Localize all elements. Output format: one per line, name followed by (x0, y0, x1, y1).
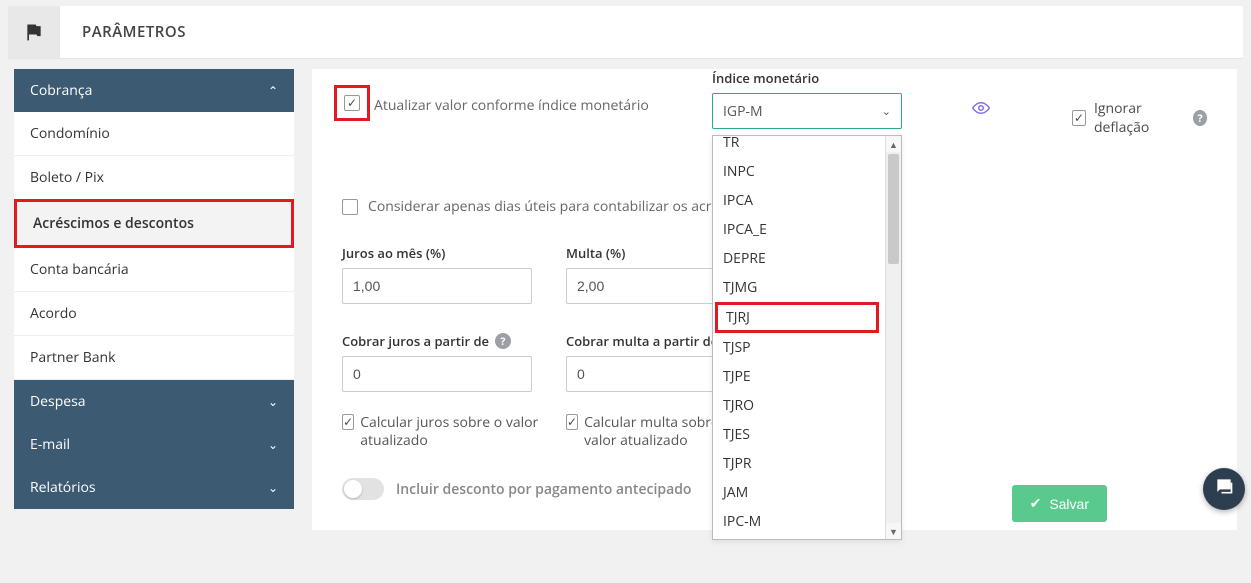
sidebar-section-label: Despesa (30, 392, 86, 411)
chevron-down-icon: ⌄ (268, 436, 278, 453)
indice-option[interactable]: JAM (713, 478, 885, 507)
save-button-label: Salvar (1049, 496, 1089, 512)
page-title: PARÂMETROS (60, 22, 186, 42)
highlight-box: TJRJ (715, 302, 879, 333)
juros-value[interactable] (353, 278, 521, 294)
sidebar-item-label: Acordo (30, 304, 77, 323)
page-header: PARÂMETROS (8, 6, 1243, 59)
indice-monetario-label: Índice monetário (712, 69, 952, 87)
sidebar-section-label: E-mail (30, 435, 70, 454)
indice-option[interactable]: TJPE (713, 362, 885, 391)
indice-option[interactable]: IPC-M (713, 507, 885, 536)
indice-option[interactable]: TJES (713, 420, 885, 449)
indice-option-list: TR INPC IPCA IPCA_E DEPRE TJMG TJRJ (713, 136, 885, 539)
chat-fab[interactable] (1203, 468, 1245, 510)
sidebar-item-acrescimos[interactable]: Acréscimos e descontos (17, 202, 291, 245)
scroll-thumb[interactable] (888, 154, 899, 264)
considerar-dias-uteis-checkbox[interactable] (342, 199, 358, 215)
cobrar-juros-input[interactable] (342, 356, 532, 392)
sidebar-item-condominio[interactable]: Condomínio (14, 112, 294, 156)
help-icon[interactable]: ? (1193, 110, 1207, 126)
help-icon[interactable]: ? (495, 333, 511, 349)
dropdown-scrollbar[interactable]: ▲ ▼ (885, 136, 901, 539)
sidebar-section-despesa[interactable]: Despesa ⌄ (14, 380, 294, 423)
cobrar-multa-label-text: Cobrar multa a partir de (566, 332, 718, 350)
ignorar-deflacao-checkbox[interactable] (1072, 110, 1086, 126)
calcular-juros-label: Calcular juros sobre o valor atualizado (360, 414, 542, 450)
juros-label: Juros ao mês (%) (342, 244, 542, 262)
cobrar-juros-label: Cobrar juros a partir de ? (342, 332, 542, 350)
highlight-box (334, 85, 370, 121)
cobrar-juros-value[interactable] (353, 366, 521, 382)
sidebar: Cobrança ⌃ Condomínio Boleto / Pix Acrés… (14, 69, 294, 530)
indice-option[interactable]: INPC (713, 157, 885, 186)
indice-dropdown-popover: TR INPC IPCA IPCA_E DEPRE TJMG TJRJ (712, 135, 902, 540)
sidebar-section-relatorios[interactable]: Relatórios ⌄ (14, 466, 294, 509)
calcular-multa-checkbox[interactable] (566, 414, 578, 430)
chevron-up-icon: ⌃ (268, 82, 278, 99)
indice-option[interactable]: TR (713, 136, 885, 157)
sidebar-item-boleto[interactable]: Boleto / Pix (14, 156, 294, 200)
sidebar-section-label: Relatórios (30, 478, 96, 497)
indice-monetario-value: IGP-M (723, 102, 763, 121)
considerar-dias-uteis-label: Considerar apenas dias úteis para contab… (368, 197, 764, 216)
indice-option[interactable]: TJRJ (718, 305, 876, 330)
ignorar-deflacao-label: Ignorar deflação (1094, 99, 1185, 137)
sidebar-section-label: Cobrança (30, 81, 92, 100)
indice-option[interactable]: UFIR (713, 536, 885, 539)
sidebar-item-partner-bank[interactable]: Partner Bank (14, 336, 294, 380)
indice-option[interactable]: TJSP (713, 333, 885, 362)
indice-option[interactable]: TJMG (713, 273, 885, 302)
chevron-down-icon: ⌄ (268, 393, 278, 410)
cobrar-juros-label-text: Cobrar juros a partir de (342, 332, 489, 350)
atualizar-valor-checkbox[interactable] (344, 95, 360, 111)
flag-icon (8, 6, 60, 58)
sidebar-item-label: Boleto / Pix (30, 168, 104, 187)
scroll-down-arrow-icon[interactable]: ▼ (886, 523, 901, 539)
sidebar-item-conta-bancaria[interactable]: Conta bancária (14, 248, 294, 292)
atualizar-valor-label: Atualizar valor conforme índice monetári… (374, 96, 649, 115)
chevron-down-icon: ⌄ (882, 104, 891, 119)
sidebar-item-label: Partner Bank (30, 348, 115, 367)
sidebar-section-email[interactable]: E-mail ⌄ (14, 423, 294, 466)
sidebar-item-acordo[interactable]: Acordo (14, 292, 294, 336)
check-icon: ✔ (1030, 495, 1042, 512)
indice-monetario-select[interactable]: IGP-M ⌄ (712, 93, 902, 129)
scroll-up-arrow-icon[interactable]: ▲ (886, 136, 901, 152)
sidebar-item-label: Acréscimos e descontos (33, 214, 194, 233)
sidebar-item-label: Condomínio (30, 124, 110, 143)
indice-option[interactable]: IPCA_E (713, 215, 885, 244)
indice-option[interactable]: DEPRE (713, 244, 885, 273)
chevron-down-icon: ⌄ (268, 479, 278, 496)
calcular-juros-checkbox[interactable] (342, 414, 354, 430)
sidebar-section-cobranca[interactable]: Cobrança ⌃ (14, 69, 294, 112)
chat-icon (1214, 476, 1234, 502)
indice-option[interactable]: IPCA (713, 186, 885, 215)
sidebar-item-label: Conta bancária (30, 260, 129, 279)
indice-option[interactable]: TJRO (713, 391, 885, 420)
eye-icon[interactable] (972, 99, 990, 122)
save-button[interactable]: ✔ Salvar (1012, 485, 1107, 522)
indice-option[interactable]: TJPR (713, 449, 885, 478)
incluir-desconto-label: Incluir desconto por pagamento antecipad… (396, 480, 691, 499)
juros-input[interactable] (342, 268, 532, 304)
highlight-box: Acréscimos e descontos (14, 199, 294, 248)
main-panel: Atualizar valor conforme índice monetári… (312, 69, 1237, 530)
incluir-desconto-toggle[interactable] (342, 478, 384, 500)
